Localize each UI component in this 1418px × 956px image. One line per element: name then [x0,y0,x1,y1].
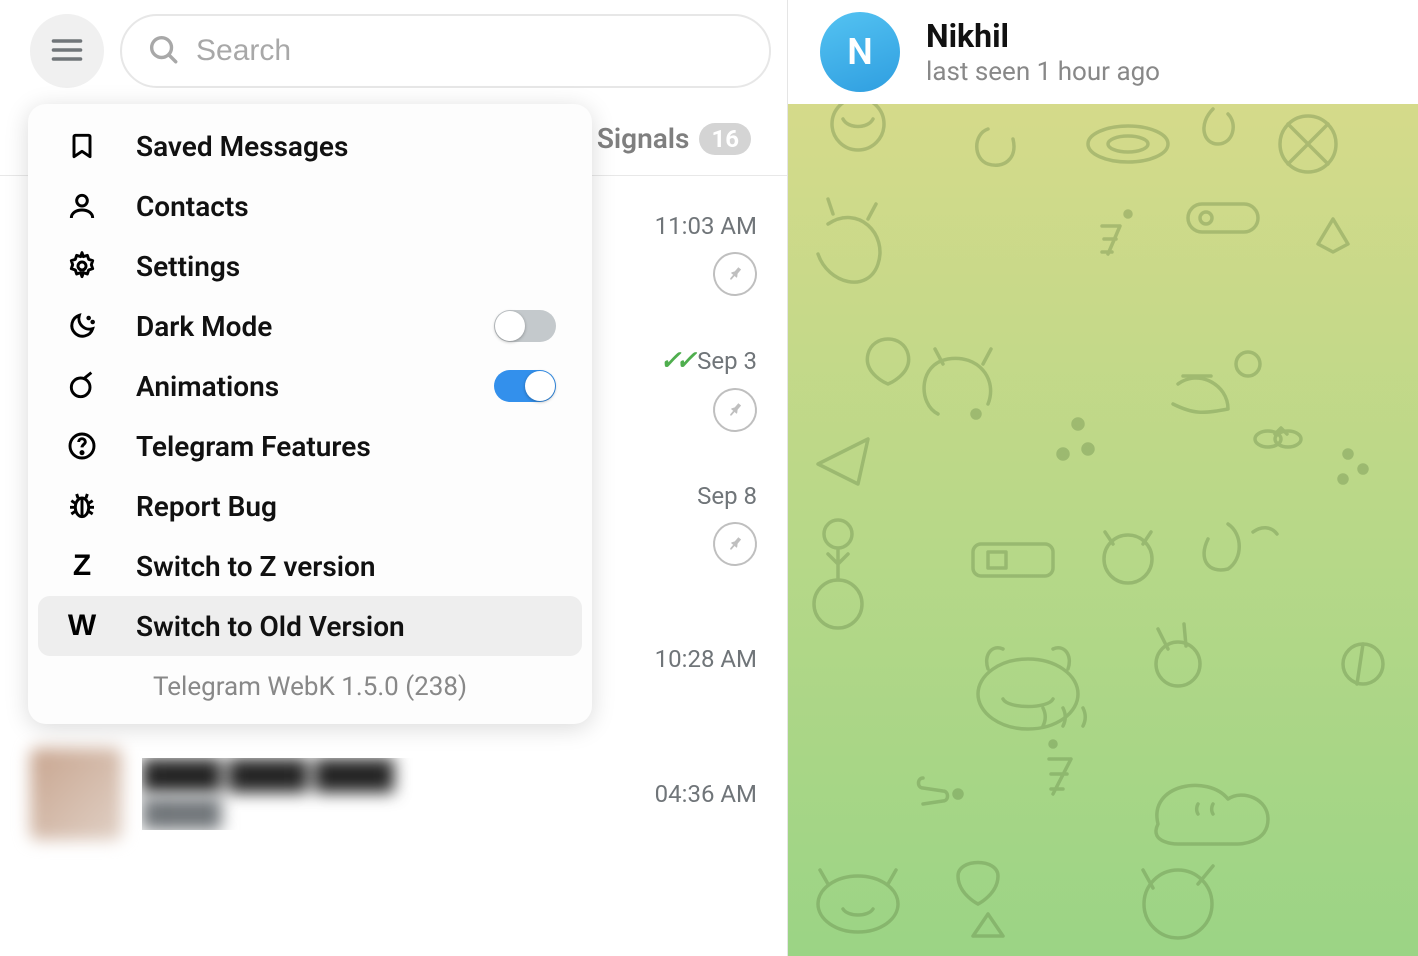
contact-name: Nikhil [926,17,1160,55]
menu-label: Settings [136,250,556,283]
chat-avatar [30,748,122,840]
chat-item[interactable]: ████ ████ ████ ████ 04:36 AM [0,726,787,861]
menu-settings[interactable]: Settings [38,236,582,296]
read-checks-icon: ✓✓ [660,346,692,376]
main-menu-popup: Saved Messages Contacts Settings Dark Mo… [28,104,592,724]
menu-label: Switch to Old Version [136,610,556,643]
moon-icon [64,308,100,344]
bookmark-icon [64,128,100,164]
bug-icon [64,488,100,524]
pin-icon [704,379,766,441]
menu-label: Report Bug [136,490,556,523]
chat-title: ████ ████ ████ [142,758,635,791]
search-input[interactable] [196,34,745,68]
menu-label: Dark Mode [136,310,458,343]
letter-w-icon: W [64,608,100,644]
menu-report-bug[interactable]: Report Bug [38,476,582,536]
contact-status: last seen 1 hour ago [926,57,1160,87]
search-bar[interactable] [120,14,771,88]
menu-switch-old[interactable]: W Switch to Old Version [38,596,582,656]
menu-contacts[interactable]: Contacts [38,176,582,236]
gear-icon [64,248,100,284]
menu-telegram-features[interactable]: Telegram Features [38,416,582,476]
chat-time: Sep 8 [697,482,757,510]
chat-time: 10:28 AM [655,645,757,673]
menu-label: Animations [136,370,458,403]
pin-icon [704,513,766,575]
letter-z-icon: Z [64,548,100,584]
doodle-pattern [788,104,1418,956]
menu-animations[interactable]: Animations [38,356,582,416]
animations-toggle[interactable] [494,370,556,402]
hamburger-icon [49,32,85,71]
menu-dark-mode[interactable]: Dark Mode [38,296,582,356]
menu-label: Switch to Z version [136,550,556,583]
chat-time: ✓✓ Sep 3 [660,346,757,376]
question-icon [64,428,100,464]
menu-saved-messages[interactable]: Saved Messages [38,116,582,176]
menu-version-label: Telegram WebK 1.5.0 (238) [38,656,582,708]
chat-time: 04:36 AM [655,780,757,808]
chat-header[interactable]: N Nikhil last seen 1 hour ago [788,0,1418,104]
contact-avatar[interactable]: N [820,12,900,92]
left-panel: Signals 16 1-03-… 11:03 AM ✓✓ [0,0,788,956]
dark-mode-toggle[interactable] [494,310,556,342]
search-icon [146,32,180,70]
right-panel: N Nikhil last seen 1 hour ago [788,0,1418,956]
chat-preview: ████ [142,797,635,830]
animations-icon [64,368,100,404]
menu-switch-z[interactable]: Z Switch to Z version [38,536,582,596]
tab-label: Signals [597,122,690,155]
menu-label: Telegram Features [136,430,556,463]
chat-time: 11:03 AM [655,212,757,240]
contact-info: Nikhil last seen 1 hour ago [926,17,1160,87]
menu-label: Contacts [136,190,556,223]
pin-icon [704,243,766,305]
person-icon [64,188,100,224]
chat-background [788,104,1418,956]
tab-badge: 16 [699,123,751,155]
header-row [0,0,787,102]
hamburger-button[interactable] [30,14,104,88]
menu-label: Saved Messages [136,130,556,163]
tab-signals[interactable]: Signals 16 [597,122,757,155]
